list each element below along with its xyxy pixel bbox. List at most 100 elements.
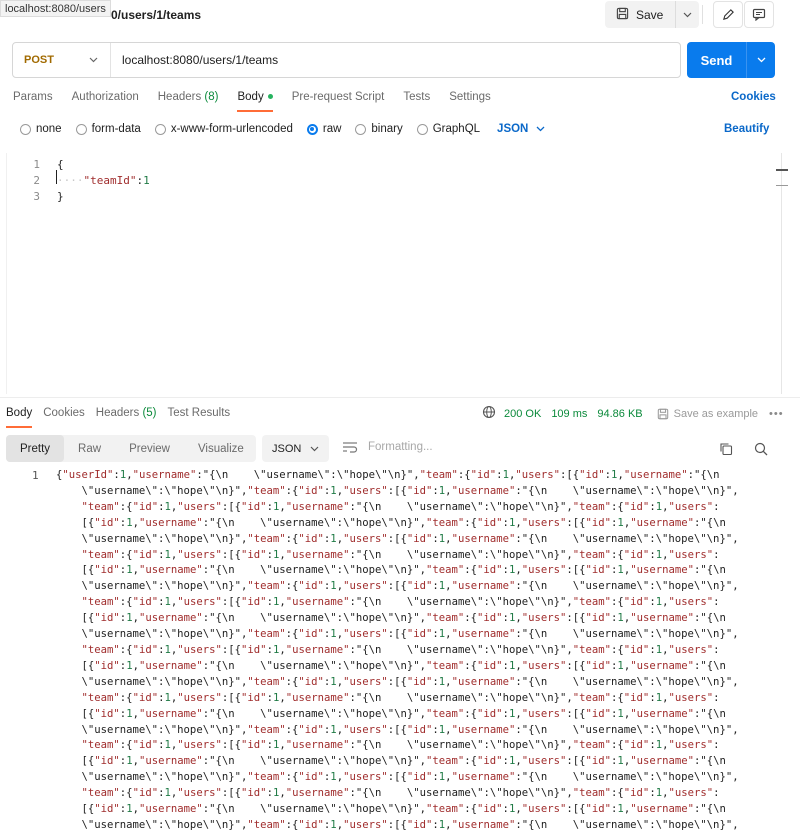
view-visualize[interactable]: Visualize bbox=[184, 435, 258, 462]
response-tab-headers-label: Headers bbox=[95, 407, 140, 419]
chevron-down-icon bbox=[89, 57, 98, 63]
save-icon bbox=[657, 408, 668, 419]
send-options-button[interactable] bbox=[747, 42, 775, 78]
body-type-urlencoded-label: x-www-form-urlencoded bbox=[170, 123, 293, 135]
wrap-lines-icon[interactable] bbox=[342, 441, 358, 453]
overview-ruler-line bbox=[776, 185, 788, 186]
radio-none bbox=[20, 123, 31, 135]
search-button[interactable] bbox=[752, 440, 770, 458]
editor-line: 3 } bbox=[7, 188, 63, 204]
body-type-raw-label: raw bbox=[322, 123, 342, 135]
language-select[interactable]: JSON bbox=[497, 123, 545, 135]
chevron-down-icon bbox=[757, 57, 765, 63]
tab-authorization[interactable]: Authorization bbox=[72, 91, 139, 103]
body-type-form-data-label: form-data bbox=[91, 123, 141, 135]
text-cursor bbox=[56, 170, 57, 184]
formatting-label: Formatting... bbox=[368, 441, 433, 453]
radio-urlencoded bbox=[154, 123, 166, 135]
line-number: 1 bbox=[33, 157, 40, 171]
code-text: } bbox=[57, 189, 64, 203]
top-bar: localhost:8080/users 0/users/1/teams Sav… bbox=[0, 0, 800, 30]
response-tab-headers[interactable]: Headers (5) bbox=[96, 407, 157, 419]
line-number: 1 bbox=[32, 469, 39, 482]
modified-dot bbox=[267, 94, 273, 100]
request-tabs: Params Authorization Headers (8) Body Pr… bbox=[13, 91, 510, 112]
tab-body-label: Body bbox=[237, 91, 264, 103]
tab-headers[interactable]: Headers (8) bbox=[158, 91, 219, 103]
tab-pre-request-script[interactable]: Pre-request Script bbox=[292, 91, 385, 103]
response-body-viewer[interactable]: 1 {"userId":1,"username":"{\n \"username… bbox=[6, 466, 800, 831]
body-type-none[interactable]: none bbox=[20, 123, 62, 135]
chevron-down-icon bbox=[536, 126, 545, 132]
url-bar: POST localhost:8080/users/1/teams bbox=[12, 42, 681, 78]
view-raw[interactable]: Raw bbox=[64, 435, 115, 462]
globe-icon[interactable] bbox=[482, 405, 496, 422]
view-pretty[interactable]: Pretty bbox=[6, 435, 65, 462]
body-type-none-label: none bbox=[36, 123, 62, 135]
response-format-select[interactable]: JSON bbox=[262, 435, 329, 462]
beautify-button[interactable]: Beautify bbox=[724, 123, 769, 135]
tab-headers-label: Headers bbox=[157, 91, 202, 103]
save-options-button[interactable] bbox=[676, 1, 699, 28]
radio-raw bbox=[306, 123, 318, 135]
edit-button[interactable] bbox=[713, 1, 743, 28]
cookies-link[interactable]: Cookies bbox=[731, 91, 776, 103]
response-tabs: Body Cookies Headers (5) Test Results bbox=[6, 407, 241, 428]
save-icon bbox=[616, 7, 629, 23]
language-label: JSON bbox=[497, 123, 529, 135]
line-number: 3 bbox=[33, 189, 40, 203]
save-as-example-button[interactable]: Save as example bbox=[657, 408, 758, 420]
radio-binary bbox=[355, 123, 367, 135]
response-size[interactable]: 94.86 KB bbox=[597, 408, 642, 420]
response-headers-count: (5) bbox=[142, 407, 157, 419]
toolbar-divider bbox=[702, 5, 703, 24]
json-key: "teamId" bbox=[83, 173, 137, 187]
response-time[interactable]: 109 ms bbox=[551, 408, 587, 420]
comment-icon bbox=[752, 8, 766, 21]
more-options-icon[interactable]: ••• bbox=[769, 408, 784, 420]
save-button[interactable]: Save bbox=[605, 1, 677, 28]
tab-tests[interactable]: Tests bbox=[403, 91, 430, 103]
chevron-down-icon bbox=[310, 446, 319, 451]
url-tooltip: localhost:8080/users bbox=[0, 0, 111, 17]
response-tab-cookies[interactable]: Cookies bbox=[43, 407, 85, 419]
body-type-graphql-label: GraphQL bbox=[432, 123, 481, 135]
status-code[interactable]: 200 OK bbox=[504, 408, 541, 420]
body-type-graphql[interactable]: GraphQL bbox=[416, 123, 481, 135]
body-type-form-data[interactable]: form-data bbox=[75, 123, 141, 135]
pencil-icon bbox=[722, 9, 734, 20]
code-text: ····"teamId":1 bbox=[57, 173, 150, 187]
comments-button[interactable] bbox=[744, 1, 774, 28]
pane-divider[interactable] bbox=[0, 397, 800, 398]
editor-line: 1 { bbox=[7, 156, 63, 172]
body-type-selector: none form-data x-www-form-urlencoded raw… bbox=[20, 123, 545, 135]
response-tab-test-results[interactable]: Test Results bbox=[168, 407, 231, 419]
copy-icon bbox=[720, 443, 733, 456]
request-body-editor[interactable]: 1 { 2 ····"teamId":1 3 } bbox=[6, 153, 788, 394]
body-type-binary[interactable]: binary bbox=[355, 123, 403, 135]
radio-form-data bbox=[75, 123, 87, 135]
headers-count: (8) bbox=[204, 91, 219, 103]
body-type-urlencoded[interactable]: x-www-form-urlencoded bbox=[154, 123, 293, 135]
json-value: 1 bbox=[143, 173, 150, 187]
view-preview[interactable]: Preview bbox=[115, 435, 184, 462]
response-tab-body[interactable]: Body bbox=[6, 407, 33, 428]
response-json-text: {"userId":1,"username":"{\n \"username\"… bbox=[56, 469, 739, 831]
body-type-raw[interactable]: raw bbox=[306, 123, 342, 135]
method-label: POST bbox=[24, 54, 54, 66]
method-select[interactable]: POST bbox=[13, 43, 111, 77]
url-input[interactable]: localhost:8080/users/1/teams bbox=[111, 53, 278, 67]
overview-ruler-mark bbox=[776, 169, 788, 171]
body-type-binary-label: binary bbox=[371, 123, 403, 135]
line-number: 2 bbox=[33, 173, 40, 187]
formatting-status: Formatting... bbox=[342, 441, 433, 453]
response-meta: 200 OK 109 ms 94.86 KB Save as example •… bbox=[482, 405, 784, 422]
tab-settings[interactable]: Settings bbox=[449, 91, 491, 103]
search-icon bbox=[754, 442, 768, 456]
send-group: Send bbox=[687, 42, 775, 78]
send-button[interactable]: Send bbox=[687, 42, 747, 78]
copy-button[interactable] bbox=[717, 440, 735, 458]
tab-params[interactable]: Params bbox=[13, 91, 53, 103]
request-name[interactable]: 0/users/1/teams bbox=[111, 8, 201, 22]
tab-body[interactable]: Body bbox=[237, 91, 273, 112]
